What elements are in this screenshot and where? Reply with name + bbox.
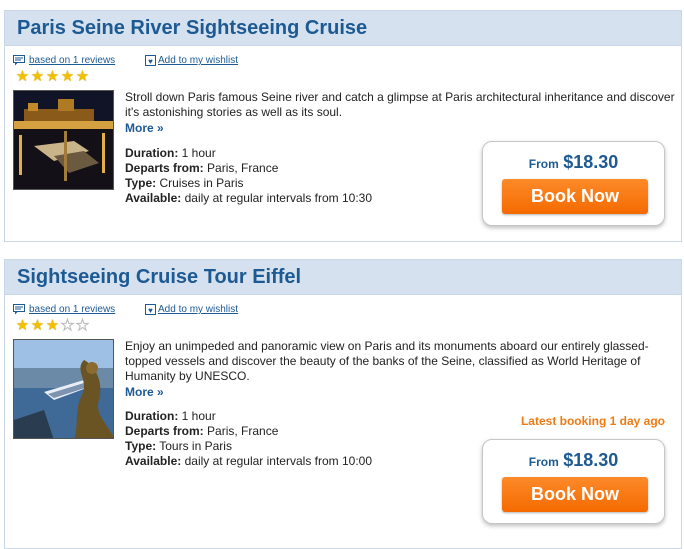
available-row: Available: daily at regular intervals fr… <box>125 191 372 206</box>
book-now-button[interactable]: Book Now <box>502 179 648 214</box>
wishlist-link[interactable]: Add to my wishlist <box>158 304 238 315</box>
star-filled-icon: ★ <box>60 68 75 85</box>
more-link[interactable]: More » <box>125 385 675 400</box>
star-filled-icon: ★ <box>75 68 90 85</box>
available-value: daily at regular intervals from 10:30 <box>184 191 373 205</box>
reviews-row: based on 1 reviews <box>13 304 115 315</box>
star-filled-icon: ★ <box>30 68 45 85</box>
price-line: From $18.30 <box>483 152 664 173</box>
price-box: From $18.30 Book Now <box>482 439 665 524</box>
heart-icon[interactable]: ♥ <box>145 55 156 66</box>
book-now-button[interactable]: Book Now <box>502 477 648 512</box>
reviews-link[interactable]: based on 1 reviews <box>29 304 115 315</box>
wishlist-row: ♥ Add to my wishlist <box>145 304 238 315</box>
heart-icon[interactable]: ♥ <box>145 304 156 315</box>
star-filled-icon: ★ <box>15 317 30 334</box>
price-box: From $18.30 Book Now <box>482 141 665 226</box>
duration-label: Duration: <box>125 409 179 423</box>
star-filled-icon: ★ <box>30 317 45 334</box>
duration-row: Duration: 1 hour <box>125 409 372 424</box>
eiffel-cruise-photo[interactable] <box>13 339 114 439</box>
star-empty-icon: ★ <box>75 317 90 334</box>
type-row: Type: Tours in Paris <box>125 439 372 454</box>
type-label: Type: <box>125 439 157 453</box>
reviews-row: based on 1 reviews <box>13 55 115 66</box>
departs-row: Departs from: Paris, France <box>125 424 372 439</box>
price-line: From $18.30 <box>483 450 664 471</box>
comment-icon <box>13 304 25 315</box>
departs-value: Paris, France <box>207 161 279 175</box>
type-value: Tours in Paris <box>159 439 232 453</box>
price-value: $18.30 <box>563 450 619 470</box>
reviews-link[interactable]: based on 1 reviews <box>29 55 115 66</box>
wishlist-link[interactable]: Add to my wishlist <box>158 55 238 66</box>
latest-booking-notice: Latest booking 1 day ago <box>520 414 665 428</box>
type-label: Type: <box>125 176 157 190</box>
star-filled-icon: ★ <box>45 68 60 85</box>
listing-description: Enjoy an unimpeded and panoramic view on… <box>125 339 675 400</box>
listing-facts: Duration: 1 hour Departs from: Paris, Fr… <box>125 409 372 469</box>
listing-title[interactable]: Paris Seine River Sightseeing Cruise <box>17 17 367 40</box>
departs-row: Departs from: Paris, France <box>125 161 372 176</box>
available-label: Available: <box>125 454 182 468</box>
listing-header: Sightseeing Cruise Tour Eiffel <box>5 260 681 295</box>
departs-label: Departs from: <box>125 161 204 175</box>
duration-row: Duration: 1 hour <box>125 146 372 161</box>
star-rating: ★ ★ ★ ★ ★ <box>15 69 90 85</box>
listing-header: Paris Seine River Sightseeing Cruise <box>5 11 681 46</box>
wishlist-row: ♥ Add to my wishlist <box>145 55 238 66</box>
listing-facts: Duration: 1 hour Departs from: Paris, Fr… <box>125 146 372 206</box>
listing-description: Stroll down Paris famous Seine river and… <box>125 90 675 136</box>
description-text: Stroll down Paris famous Seine river and… <box>125 90 675 119</box>
available-value: daily at regular intervals from 10:00 <box>184 454 373 468</box>
departs-value: Paris, France <box>207 424 279 438</box>
duration-label: Duration: <box>125 146 179 160</box>
comment-icon <box>13 55 25 66</box>
duration-value: 1 hour <box>181 146 216 160</box>
departs-label: Departs from: <box>125 424 204 438</box>
listing-title[interactable]: Sightseeing Cruise Tour Eiffel <box>17 266 301 289</box>
more-link[interactable]: More » <box>125 121 675 136</box>
cruise-night-photo[interactable] <box>13 90 114 190</box>
type-row: Type: Cruises in Paris <box>125 176 372 191</box>
from-label: From <box>528 455 559 469</box>
price-value: $18.30 <box>563 152 619 172</box>
listing-card: Sightseeing Cruise Tour Eiffel based on … <box>4 259 682 549</box>
listing-card: Paris Seine River Sightseeing Cruise bas… <box>4 10 682 242</box>
from-label: From <box>528 157 559 171</box>
star-filled-icon: ★ <box>15 68 30 85</box>
available-label: Available: <box>125 191 182 205</box>
description-text: Enjoy an unimpeded and panoramic view on… <box>125 339 649 383</box>
star-rating: ★ ★ ★ ★ ★ <box>15 317 90 334</box>
available-row: Available: daily at regular intervals fr… <box>125 454 372 469</box>
type-value: Cruises in Paris <box>159 176 244 190</box>
star-empty-icon: ★ <box>60 317 75 334</box>
star-filled-icon: ★ <box>45 317 60 334</box>
duration-value: 1 hour <box>181 409 216 423</box>
